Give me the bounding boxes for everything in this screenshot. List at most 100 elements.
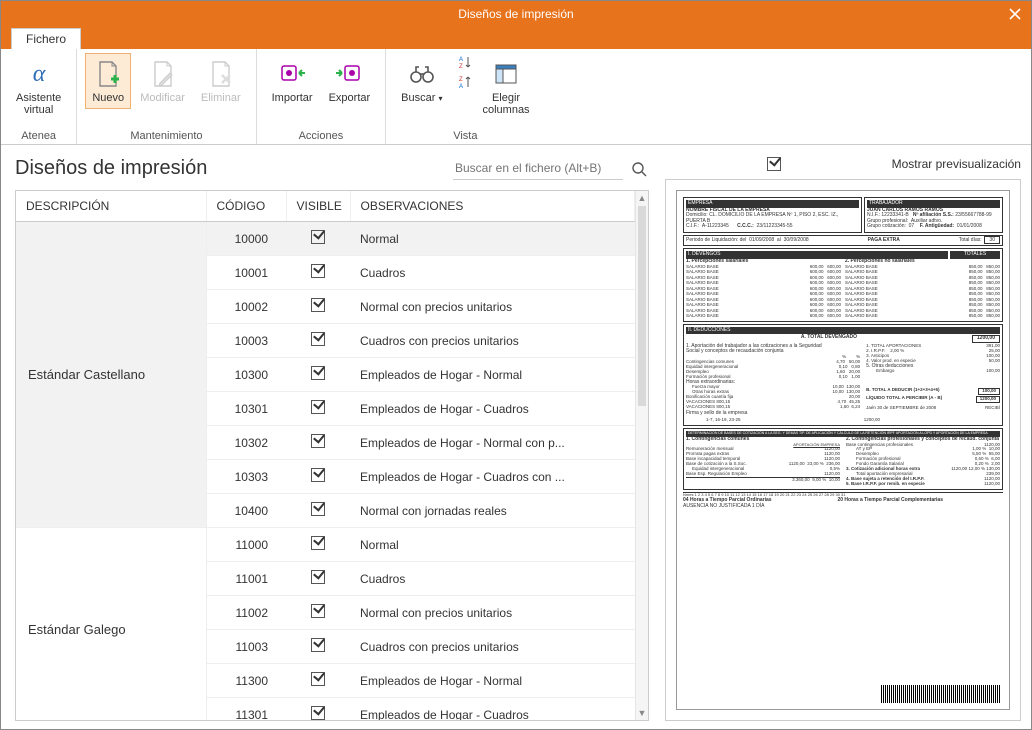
- columns-icon: [490, 58, 522, 90]
- group-label-atenea: Atenea: [9, 128, 68, 142]
- document-preview: EMPRESA NOMBRE FISCAL DE LA EMPRESA Domi…: [676, 190, 1010, 710]
- nuevo-button[interactable]: Nuevo: [85, 53, 131, 109]
- cell-visible[interactable]: [286, 392, 350, 426]
- ribbon-group-vista: Buscar ▾ AZ ZA Elegir columnas Vista: [386, 49, 544, 144]
- visible-checkbox[interactable]: [311, 706, 325, 720]
- cell-visible[interactable]: [286, 494, 350, 528]
- scroll-down-button[interactable]: ▼: [636, 706, 648, 720]
- visible-checkbox[interactable]: [311, 502, 325, 516]
- svg-text:α: α: [32, 61, 45, 87]
- visible-checkbox[interactable]: [311, 604, 325, 618]
- cell-codigo: 10400: [206, 494, 286, 528]
- designs-table: DESCRIPCIÓN CÓDIGO VISIBLE OBSERVACIONES…: [16, 191, 635, 720]
- scroll-up-button[interactable]: ▲: [636, 191, 648, 205]
- visible-checkbox[interactable]: [311, 400, 325, 414]
- ribbon-tab-strip: Fichero: [1, 27, 1031, 49]
- modificar-button: Modificar: [133, 53, 192, 109]
- cell-visible[interactable]: [286, 630, 350, 664]
- svg-text:Z: Z: [459, 77, 463, 83]
- grid-container: DESCRIPCIÓN CÓDIGO VISIBLE OBSERVACIONES…: [15, 190, 649, 721]
- sort-desc-icon: ZA: [456, 74, 472, 90]
- left-panel: Diseños de impresión DESCRIPCIÓN CÓDIGO …: [1, 145, 659, 729]
- close-icon: [1009, 8, 1021, 20]
- sort-asc-button[interactable]: AZ: [455, 53, 473, 71]
- cell-observaciones: Normal con jornadas reales: [350, 494, 635, 528]
- cell-visible[interactable]: [286, 222, 350, 256]
- cell-observaciones: Cuadros: [350, 562, 635, 596]
- cell-visible[interactable]: [286, 698, 350, 721]
- ribbon: α Asistente virtual Atenea Nuevo Modific…: [1, 49, 1031, 145]
- col-visible[interactable]: VISIBLE: [286, 191, 350, 222]
- cell-codigo: 10000: [206, 222, 286, 256]
- group-label-acciones: Acciones: [265, 128, 378, 142]
- ribbon-group-mantenimiento: Nuevo Modificar Eliminar Mantenimiento: [77, 49, 256, 144]
- preview-checkbox-row[interactable]: Mostrar previsualización: [665, 157, 1021, 171]
- cell-observaciones: Normal: [350, 528, 635, 562]
- search-icon: [631, 161, 647, 177]
- cell-codigo: 10302: [206, 426, 286, 460]
- cell-visible[interactable]: [286, 426, 350, 460]
- cell-observaciones: Empleados de Hogar - Normal con p...: [350, 426, 635, 460]
- preview-frame: EMPRESA NOMBRE FISCAL DE LA EMPRESA Domi…: [665, 179, 1021, 721]
- search-icon-button[interactable]: [629, 159, 649, 179]
- asistente-label: Asistente virtual: [16, 92, 61, 116]
- col-descripcion[interactable]: DESCRIPCIÓN: [16, 191, 206, 222]
- search-input[interactable]: [453, 157, 623, 180]
- vertical-scrollbar[interactable]: ▲ ▼: [635, 191, 648, 720]
- sort-buttons: AZ ZA: [455, 53, 473, 91]
- close-button[interactable]: [1005, 4, 1025, 24]
- visible-checkbox[interactable]: [311, 230, 325, 244]
- cell-codigo: 10300: [206, 358, 286, 392]
- scroll-thumb[interactable]: [638, 206, 646, 406]
- visible-checkbox[interactable]: [311, 366, 325, 380]
- visible-checkbox[interactable]: [311, 298, 325, 312]
- document-delete-icon: [205, 58, 237, 90]
- visible-checkbox[interactable]: [311, 434, 325, 448]
- page-title: Diseños de impresión: [15, 157, 207, 180]
- group-label-mantenimiento: Mantenimiento: [85, 128, 247, 142]
- cell-visible[interactable]: [286, 358, 350, 392]
- col-codigo[interactable]: CÓDIGO: [206, 191, 286, 222]
- cell-codigo: 10303: [206, 460, 286, 494]
- ribbon-group-acciones: Importar Exportar Acciones: [257, 49, 387, 144]
- sort-desc-button[interactable]: ZA: [455, 73, 473, 91]
- col-observaciones[interactable]: OBSERVACIONES: [350, 191, 635, 222]
- cell-visible[interactable]: [286, 528, 350, 562]
- importar-button[interactable]: Importar: [265, 53, 320, 109]
- visible-checkbox[interactable]: [311, 264, 325, 278]
- group-description: Estándar Galego: [16, 528, 206, 721]
- cell-codigo: 11003: [206, 630, 286, 664]
- preview-checkbox-label: Mostrar previsualización: [892, 157, 1021, 171]
- visible-checkbox[interactable]: [311, 672, 325, 686]
- binoculars-icon: [406, 58, 438, 90]
- cell-visible[interactable]: [286, 596, 350, 630]
- visible-checkbox[interactable]: [311, 638, 325, 652]
- cell-codigo: 11301: [206, 698, 286, 721]
- main-content: Diseños de impresión DESCRIPCIÓN CÓDIGO …: [1, 145, 1031, 729]
- buscar-button[interactable]: Buscar ▾: [394, 53, 449, 109]
- visible-checkbox[interactable]: [311, 570, 325, 584]
- preview-checkbox[interactable]: [767, 157, 781, 171]
- cell-visible[interactable]: [286, 562, 350, 596]
- cell-visible[interactable]: [286, 664, 350, 698]
- cell-codigo: 10301: [206, 392, 286, 426]
- table-row[interactable]: Estándar Castellano10000Normal: [16, 222, 635, 256]
- elegir-columnas-button[interactable]: Elegir columnas: [475, 53, 536, 121]
- visible-checkbox[interactable]: [311, 332, 325, 346]
- cell-visible[interactable]: [286, 324, 350, 358]
- exportar-button[interactable]: Exportar: [322, 53, 378, 109]
- visible-checkbox[interactable]: [311, 468, 325, 482]
- asistente-virtual-button[interactable]: α Asistente virtual: [9, 53, 68, 121]
- ribbon-group-atenea: α Asistente virtual Atenea: [1, 49, 77, 144]
- cell-observaciones: Normal: [350, 222, 635, 256]
- cell-visible[interactable]: [286, 460, 350, 494]
- table-row[interactable]: Estándar Galego11000Normal: [16, 528, 635, 562]
- window-title: Diseños de impresión: [458, 7, 573, 21]
- visible-checkbox[interactable]: [311, 536, 325, 550]
- cell-visible[interactable]: [286, 290, 350, 324]
- columnas-label: Elegir columnas: [482, 92, 529, 116]
- tab-fichero[interactable]: Fichero: [11, 28, 81, 49]
- cell-codigo: 11002: [206, 596, 286, 630]
- cell-visible[interactable]: [286, 256, 350, 290]
- cell-codigo: 10001: [206, 256, 286, 290]
